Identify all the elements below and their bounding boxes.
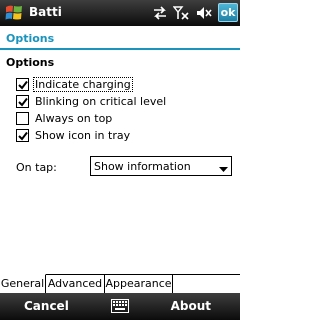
app-title: Batti bbox=[29, 5, 62, 19]
sync-icon[interactable] bbox=[152, 4, 168, 22]
option-label: Show icon in tray bbox=[35, 129, 131, 142]
checkbox[interactable] bbox=[16, 78, 29, 91]
on-tap-label: On tap: bbox=[16, 161, 57, 174]
tab-appearance[interactable]: Appearance bbox=[105, 275, 173, 293]
cancel-button[interactable]: Cancel bbox=[24, 299, 69, 313]
option-label: Always on top bbox=[35, 112, 113, 125]
menu-bar: Cancel About bbox=[0, 293, 240, 320]
windows-start-icon[interactable] bbox=[4, 3, 24, 23]
section-title: Options bbox=[6, 56, 55, 69]
page-title: Options bbox=[6, 32, 55, 45]
page-header: Options bbox=[0, 26, 240, 50]
about-button[interactable]: About bbox=[171, 299, 211, 313]
on-tap-dropdown[interactable]: Show information bbox=[90, 156, 232, 176]
ok-button[interactable]: ok bbox=[218, 3, 238, 22]
speaker-muted-icon[interactable] bbox=[195, 4, 213, 22]
checkbox[interactable] bbox=[16, 95, 29, 108]
chevron-down-icon bbox=[219, 163, 228, 172]
checkbox[interactable] bbox=[16, 129, 29, 142]
checkbox[interactable] bbox=[16, 112, 29, 125]
keyboard-icon[interactable] bbox=[111, 299, 129, 313]
dropdown-value: Show information bbox=[94, 160, 191, 173]
tab-general[interactable]: General bbox=[0, 274, 46, 293]
option-label: Blinking on critical level bbox=[35, 95, 167, 108]
header-divider bbox=[0, 48, 240, 50]
title-bar: Batti ok bbox=[0, 0, 240, 26]
option-label: Indicate charging bbox=[33, 77, 133, 92]
tab-advanced[interactable]: Advanced bbox=[46, 275, 105, 293]
signal-off-icon[interactable] bbox=[172, 4, 191, 22]
